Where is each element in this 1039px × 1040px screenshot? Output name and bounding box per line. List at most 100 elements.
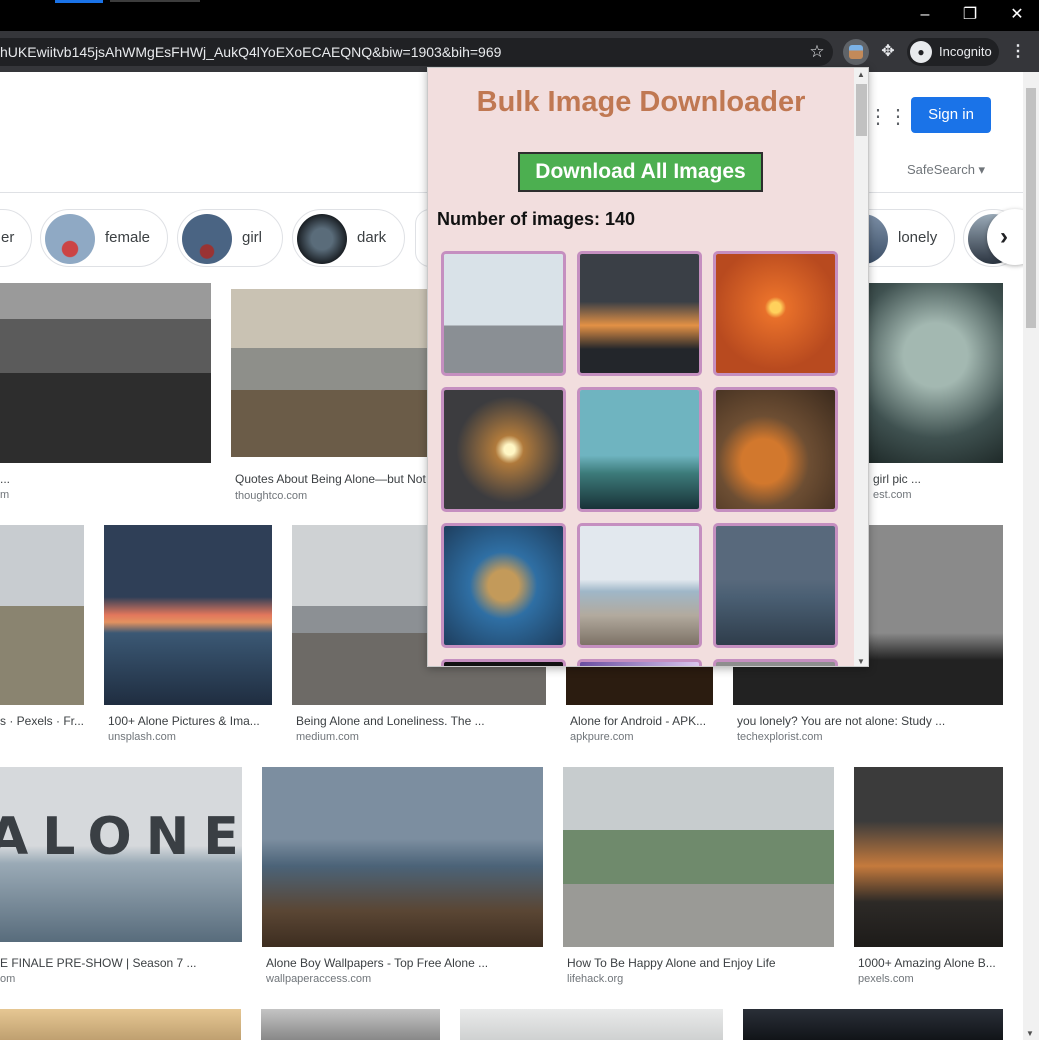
result-image[interactable] [743, 1009, 1003, 1040]
chip-thumbnail [297, 214, 347, 264]
result-image[interactable] [563, 767, 834, 947]
scroll-down-arrow-icon[interactable]: ▼ [1026, 1029, 1034, 1038]
result-image[interactable] [460, 1009, 723, 1040]
result-card[interactable]: Quotes About Being Alone—but Not thought… [231, 289, 431, 514]
thumbnail-image [716, 390, 835, 509]
page-scrollbar[interactable]: ▼ [1023, 72, 1039, 1040]
chip-girl[interactable]: girl [177, 209, 283, 267]
result-caption[interactable]: 100+ Alone Pictures & Ima... [108, 714, 260, 728]
result-caption[interactable]: Quotes About Being Alone—but Not [235, 472, 431, 486]
result-source[interactable]: pexels.com [858, 973, 914, 985]
chip-thumbnail [182, 214, 232, 264]
result-source[interactable]: om [0, 973, 15, 985]
result-caption[interactable]: s · Pexels · Fr... [0, 714, 84, 728]
browser-titlebar: – ❐ ✕ [0, 0, 1039, 31]
puzzle-icon[interactable]: ✥ [876, 39, 900, 65]
menu-icon[interactable]: ⋮ [1008, 39, 1028, 65]
result-caption[interactable]: Alone Boy Wallpapers - Top Free Alone ..… [266, 956, 488, 970]
result-image[interactable] [231, 289, 431, 457]
result-image[interactable] [854, 767, 1003, 947]
alone-overlay-text: ALONE [0, 807, 253, 867]
result-caption[interactable]: ... [0, 472, 200, 486]
thumbnail-girl-beach[interactable] [577, 523, 702, 648]
thumbnail-boy-sunset[interactable] [577, 251, 702, 376]
incognito-badge[interactable]: ● Incognito [907, 38, 999, 66]
result-caption[interactable]: Alone for Android - APK... [570, 714, 706, 728]
result-source[interactable]: wallpaperaccess.com [266, 973, 371, 985]
safesearch-dropdown[interactable]: SafeSearch ▾ [907, 162, 985, 178]
thumbnail-pier-fog[interactable] [441, 251, 566, 376]
chip-label: er [1, 229, 15, 246]
result-image[interactable] [0, 283, 211, 463]
result-source[interactable]: unsplash.com [108, 731, 176, 743]
star-icon[interactable]: ☆ [806, 39, 828, 65]
result-card[interactable]: ... m [0, 283, 212, 513]
chip-dark[interactable]: dark [292, 209, 405, 267]
result-image[interactable] [261, 1009, 440, 1040]
result-caption[interactable]: 1000+ Amazing Alone B... [858, 956, 996, 970]
popup-scrollbar[interactable]: ▲ ▼ [854, 68, 868, 666]
thumbnail-teddy-bear[interactable] [713, 387, 838, 512]
result-caption[interactable]: you lonely? You are not alone: Study ... [737, 714, 945, 728]
result-caption[interactable]: girl pic ... [873, 472, 921, 486]
chip-er[interactable]: er [0, 209, 32, 267]
tab-indicator[interactable] [55, 0, 103, 3]
result-image[interactable]: ALONE [0, 767, 242, 942]
result-card[interactable]: girl pic ... est.com [868, 283, 1003, 513]
result-source[interactable]: thoughtco.com [235, 490, 307, 502]
chip-label: lonely [898, 229, 938, 246]
thumbnail-image [444, 526, 563, 645]
minimize-icon[interactable]: – [910, 3, 940, 27]
scroll-down-arrow-icon[interactable]: ▼ [857, 657, 865, 666]
thumbnail-image [716, 526, 835, 645]
result-image[interactable] [868, 283, 1003, 463]
result-card[interactable]: Alone Boy Wallpapers - Top Free Alone ..… [262, 767, 543, 997]
thumbnail-girl-sea-sunset[interactable] [713, 251, 838, 376]
result-image[interactable] [104, 525, 272, 705]
download-all-button[interactable]: Download All Images [518, 152, 763, 192]
incognito-label: Incognito [939, 44, 992, 59]
tab-background[interactable] [110, 0, 200, 2]
thumbnail-partial[interactable] [713, 659, 838, 666]
result-card[interactable]: ALONE E FINALE PRE-SHOW | Season 7 ... o… [0, 767, 242, 997]
scroll-up-arrow-icon[interactable]: ▲ [857, 70, 865, 79]
thumbnail-image [716, 254, 835, 373]
result-source[interactable]: techexplorist.com [737, 731, 823, 743]
result-card[interactable]: s · Pexels · Fr... [0, 525, 84, 755]
close-icon[interactable]: ✕ [1002, 3, 1032, 27]
popup-scrollbar-thumb[interactable] [856, 84, 867, 136]
thumbnail-image [580, 526, 699, 645]
restore-icon[interactable]: ❐ [955, 3, 985, 27]
result-caption[interactable]: Being Alone and Loneliness. The ... [296, 714, 485, 728]
result-source[interactable]: lifehack.org [567, 973, 623, 985]
popup-title: Bulk Image Downloader [476, 86, 806, 118]
result-card[interactable]: 1000+ Amazing Alone B... pexels.com [854, 767, 1003, 997]
address-bar[interactable]: hUKEwiitvb145jsAhWMgEsFHWj_AukQ4lYoEXoEC… [0, 38, 833, 66]
thumbnail-image [444, 390, 563, 509]
result-caption[interactable]: How To Be Happy Alone and Enjoy Life [567, 956, 776, 970]
result-image[interactable] [262, 767, 543, 947]
thumbnail-girl-boat-moon[interactable] [713, 523, 838, 648]
result-source[interactable]: apkpure.com [570, 731, 634, 743]
thumbnail-cardboard-robot[interactable] [441, 523, 566, 648]
apps-grid-icon[interactable]: ⋮⋮⋮ [868, 105, 928, 129]
result-image[interactable] [0, 1009, 241, 1040]
thumbnail-man-bench[interactable] [577, 387, 702, 512]
result-image[interactable] [0, 525, 84, 705]
thumbnail-partial[interactable] [577, 659, 702, 666]
thumbnail-partial[interactable] [441, 659, 566, 666]
chip-label: dark [357, 229, 387, 246]
result-source[interactable]: m [0, 489, 9, 501]
sign-in-button[interactable]: Sign in [911, 97, 991, 133]
chip-female[interactable]: female [40, 209, 168, 267]
thumbnail-image [580, 254, 699, 373]
result-card[interactable]: 100+ Alone Pictures & Ima... unsplash.co… [104, 525, 272, 755]
thumbnail-leaf-sun[interactable] [441, 387, 566, 512]
chip-thumbnail [45, 214, 95, 264]
scrollbar-thumb[interactable] [1026, 88, 1036, 328]
result-source[interactable]: est.com [873, 489, 912, 501]
result-caption[interactable]: E FINALE PRE-SHOW | Season 7 ... [0, 956, 240, 970]
thumbnail-image [580, 390, 699, 509]
result-card[interactable]: How To Be Happy Alone and Enjoy Life lif… [563, 767, 834, 997]
result-source[interactable]: medium.com [296, 731, 359, 743]
